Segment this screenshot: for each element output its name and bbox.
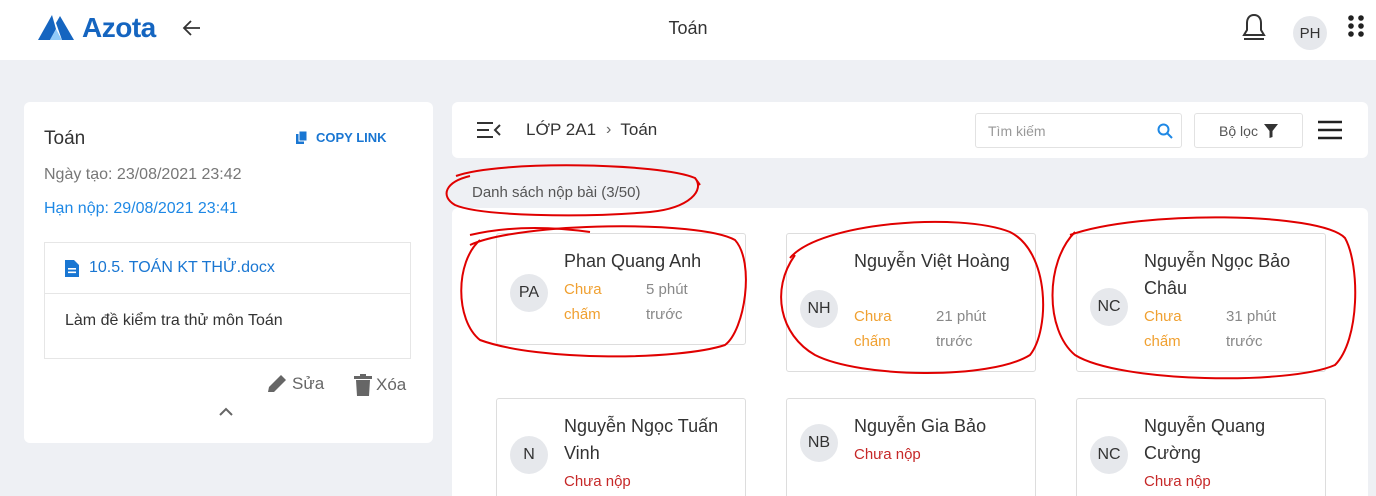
attachment-file-link[interactable]: 10.5. TOÁN KT THỬ.docx xyxy=(45,243,410,294)
submission-list-title: Danh sách nộp bài (3/50) xyxy=(472,184,641,201)
submission-time: 5 phút trước xyxy=(646,281,688,323)
student-name: Nguyễn Quang Cường xyxy=(1144,416,1266,463)
student-name: Nguyễn Việt Hoàng xyxy=(854,251,1010,271)
filter-label: Bộ lọc xyxy=(1219,122,1258,139)
student-card[interactable]: NC Nguyễn Ngọc Bảo Châu Chưa chấm 31 phú… xyxy=(1076,233,1326,372)
student-avatar: NH xyxy=(800,290,838,328)
search-input[interactable] xyxy=(976,114,1136,147)
pencil-icon xyxy=(268,375,286,392)
copy-link-button[interactable]: COPY LINK xyxy=(296,130,387,145)
student-name: Nguyễn Ngọc Bảo Châu xyxy=(1144,251,1291,298)
search-icon[interactable] xyxy=(1157,123,1173,139)
apps-button[interactable] xyxy=(1347,14,1365,43)
apps-grid-icon xyxy=(1348,15,1364,37)
created-date: Ngày tạo: 23/08/2021 23:42 xyxy=(44,166,242,183)
chevron-up-icon xyxy=(219,407,233,416)
filter-button[interactable]: Bộ lọc xyxy=(1194,113,1303,148)
assignment-description: Làm đề kiểm tra thử môn Toán xyxy=(65,312,283,329)
attachment-file-name: 10.5. TOÁN KT THỬ.docx xyxy=(89,259,275,276)
user-avatar[interactable]: PH xyxy=(1293,16,1327,50)
copy-icon xyxy=(296,131,308,144)
submission-time: 21 phút trước xyxy=(936,308,987,350)
delete-button[interactable]: Xóa xyxy=(354,374,406,396)
breadcrumb-class[interactable]: LỚP 2A1 xyxy=(526,120,596,140)
student-card[interactable]: PA Phan Quang Anh Chưa chấm 5 phút trước xyxy=(496,233,746,345)
status-not-submitted: Chưa nộp xyxy=(1144,473,1211,490)
chevron-right-icon: › xyxy=(606,121,612,138)
student-avatar: NC xyxy=(1090,436,1128,474)
attachment-box: 10.5. TOÁN KT THỬ.docx Làm đề kiểm tra t… xyxy=(44,242,411,359)
student-card[interactable]: NC Nguyễn Quang Cường Chưa nộp xyxy=(1076,398,1326,496)
delete-label: Xóa xyxy=(376,375,407,394)
assignment-title: Toán xyxy=(44,128,86,149)
status-ungraded: Chưa chấm xyxy=(1144,308,1182,350)
trash-icon xyxy=(354,374,372,396)
student-avatar: NB xyxy=(800,424,838,462)
filter-icon xyxy=(1263,123,1278,138)
top-bar: Azota Toán PH xyxy=(0,0,1376,60)
sidebar-toggle-button[interactable] xyxy=(476,121,502,144)
student-card[interactable]: N Nguyễn Ngọc Tuấn Vinh Chưa nộp xyxy=(496,398,746,496)
breadcrumb: LỚP 2A1 › Toán xyxy=(526,120,657,140)
search-box xyxy=(975,113,1182,148)
edit-label: Sửa xyxy=(292,374,325,393)
student-card[interactable]: NB Nguyễn Gia Bảo Chưa nộp xyxy=(786,398,1036,496)
toolbar: LỚP 2A1 › Toán Bộ lọc xyxy=(452,102,1368,158)
student-avatar: NC xyxy=(1090,288,1128,326)
student-name: Nguyễn Ngọc Tuấn Vinh xyxy=(564,416,719,463)
student-avatar: PA xyxy=(510,274,548,312)
student-card[interactable]: NH Nguyễn Việt Hoàng Chưa chấm 21 phút t… xyxy=(786,233,1036,372)
hamburger-icon xyxy=(1318,120,1342,140)
assignment-panel: Toán COPY LINK Ngày tạo: 23/08/2021 23:4… xyxy=(24,102,433,443)
status-ungraded: Chưa chấm xyxy=(564,281,602,323)
breadcrumb-subject: Toán xyxy=(620,120,658,139)
submission-time: 31 phút trước xyxy=(1226,308,1277,350)
status-not-submitted: Chưa nộp xyxy=(564,473,631,490)
status-not-submitted: Chưa nộp xyxy=(854,446,921,463)
student-avatar: N xyxy=(510,436,548,474)
document-icon xyxy=(65,259,79,277)
bell-icon xyxy=(1242,13,1266,40)
page-title: Toán xyxy=(668,18,708,38)
notification-button[interactable] xyxy=(1241,12,1267,47)
menu-button[interactable] xyxy=(1318,120,1342,145)
student-name: Nguyễn Gia Bảo xyxy=(854,416,987,436)
menu-collapse-icon xyxy=(477,122,501,138)
student-name: Phan Quang Anh xyxy=(564,251,702,271)
edit-button[interactable]: Sửa xyxy=(266,374,324,394)
status-ungraded: Chưa chấm xyxy=(854,308,892,350)
collapse-button[interactable] xyxy=(218,404,234,422)
deadline-date: Hạn nộp: 29/08/2021 23:41 xyxy=(44,200,238,217)
copy-link-label: COPY LINK xyxy=(316,130,387,145)
submission-grid: PA Phan Quang Anh Chưa chấm 5 phút trước… xyxy=(452,208,1368,496)
